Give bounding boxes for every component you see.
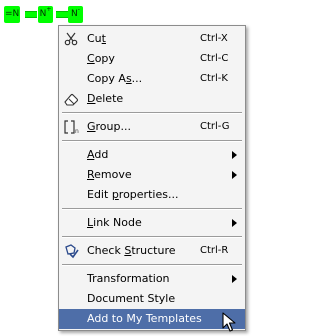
menu-item-cut[interactable]: Cut Ctrl-X — [59, 29, 245, 49]
context-menu: Cut Ctrl-X Copy Ctrl-C Copy As... Ctrl-K… — [58, 25, 246, 332]
menu-item-transformation[interactable]: Transformation — [59, 269, 245, 289]
menu-item-label: Copy As... — [87, 72, 143, 85]
eraser-icon — [63, 92, 79, 106]
check-structure-icon — [63, 243, 79, 258]
menu-item-label: Document Style — [87, 292, 176, 305]
submenu-arrow-icon — [232, 219, 237, 227]
menu-item-label: Group... — [87, 120, 131, 133]
menu-item-label: Copy — [87, 52, 115, 65]
submenu-arrow-icon — [232, 171, 237, 179]
menu-item-document-style[interactable]: Document Style — [59, 289, 245, 309]
menu-separator — [62, 208, 242, 210]
menu-item-delete[interactable]: Delete — [59, 89, 245, 109]
mouse-pointer-icon — [222, 312, 238, 332]
menu-item-copy-as[interactable]: Copy As... Ctrl-K — [59, 69, 245, 89]
menu-item-check-structure[interactable]: Check Structure Ctrl-R — [59, 241, 245, 261]
atom-n2[interactable]: N+ — [38, 6, 53, 23]
menu-item-edit-properties[interactable]: Edit properties... — [59, 185, 245, 205]
svg-text:n: n — [75, 128, 79, 134]
molecule-fragment[interactable]: =N N+ N- — [4, 6, 84, 24]
menu-item-copy[interactable]: Copy Ctrl-C — [59, 49, 245, 69]
scissors-icon — [63, 32, 79, 46]
menu-item-label: Transformation — [87, 272, 170, 285]
menu-item-label: Remove — [87, 168, 132, 181]
shortcut-text: Ctrl-X — [200, 33, 228, 44]
menu-item-label: Add — [87, 148, 109, 161]
menu-item-remove[interactable]: Remove — [59, 165, 245, 185]
menu-item-add[interactable]: Add — [59, 145, 245, 165]
shortcut-text: Ctrl-G — [200, 121, 230, 132]
shortcut-text: Ctrl-K — [200, 73, 228, 84]
shortcut-text: Ctrl-C — [200, 53, 229, 64]
menu-item-label: Cut — [87, 32, 106, 45]
menu-separator — [62, 236, 242, 238]
atom-n3[interactable]: N- — [68, 6, 83, 23]
submenu-arrow-icon — [232, 151, 237, 159]
atom-n1[interactable]: =N — [4, 6, 21, 23]
double-bond-2[interactable] — [56, 11, 68, 18]
menu-separator — [62, 112, 242, 114]
submenu-arrow-icon — [232, 275, 237, 283]
menu-item-label: Link Node — [87, 216, 142, 229]
double-bond-1[interactable] — [25, 11, 37, 18]
menu-item-label: Delete — [87, 92, 124, 105]
menu-separator — [62, 264, 242, 266]
shortcut-text: Ctrl-R — [200, 245, 229, 256]
menu-separator — [62, 140, 242, 142]
menu-item-label: Add to My Templates — [87, 312, 202, 325]
menu-item-label: Check Structure — [87, 244, 176, 257]
menu-item-group[interactable]: n Group... Ctrl-G — [59, 117, 245, 137]
group-brackets-icon: n — [63, 120, 79, 134]
menu-item-add-to-my-templates[interactable]: Add to My Templates — [59, 309, 245, 329]
menu-item-label: Edit properties... — [87, 188, 179, 201]
menu-item-link-node[interactable]: Link Node — [59, 213, 245, 233]
